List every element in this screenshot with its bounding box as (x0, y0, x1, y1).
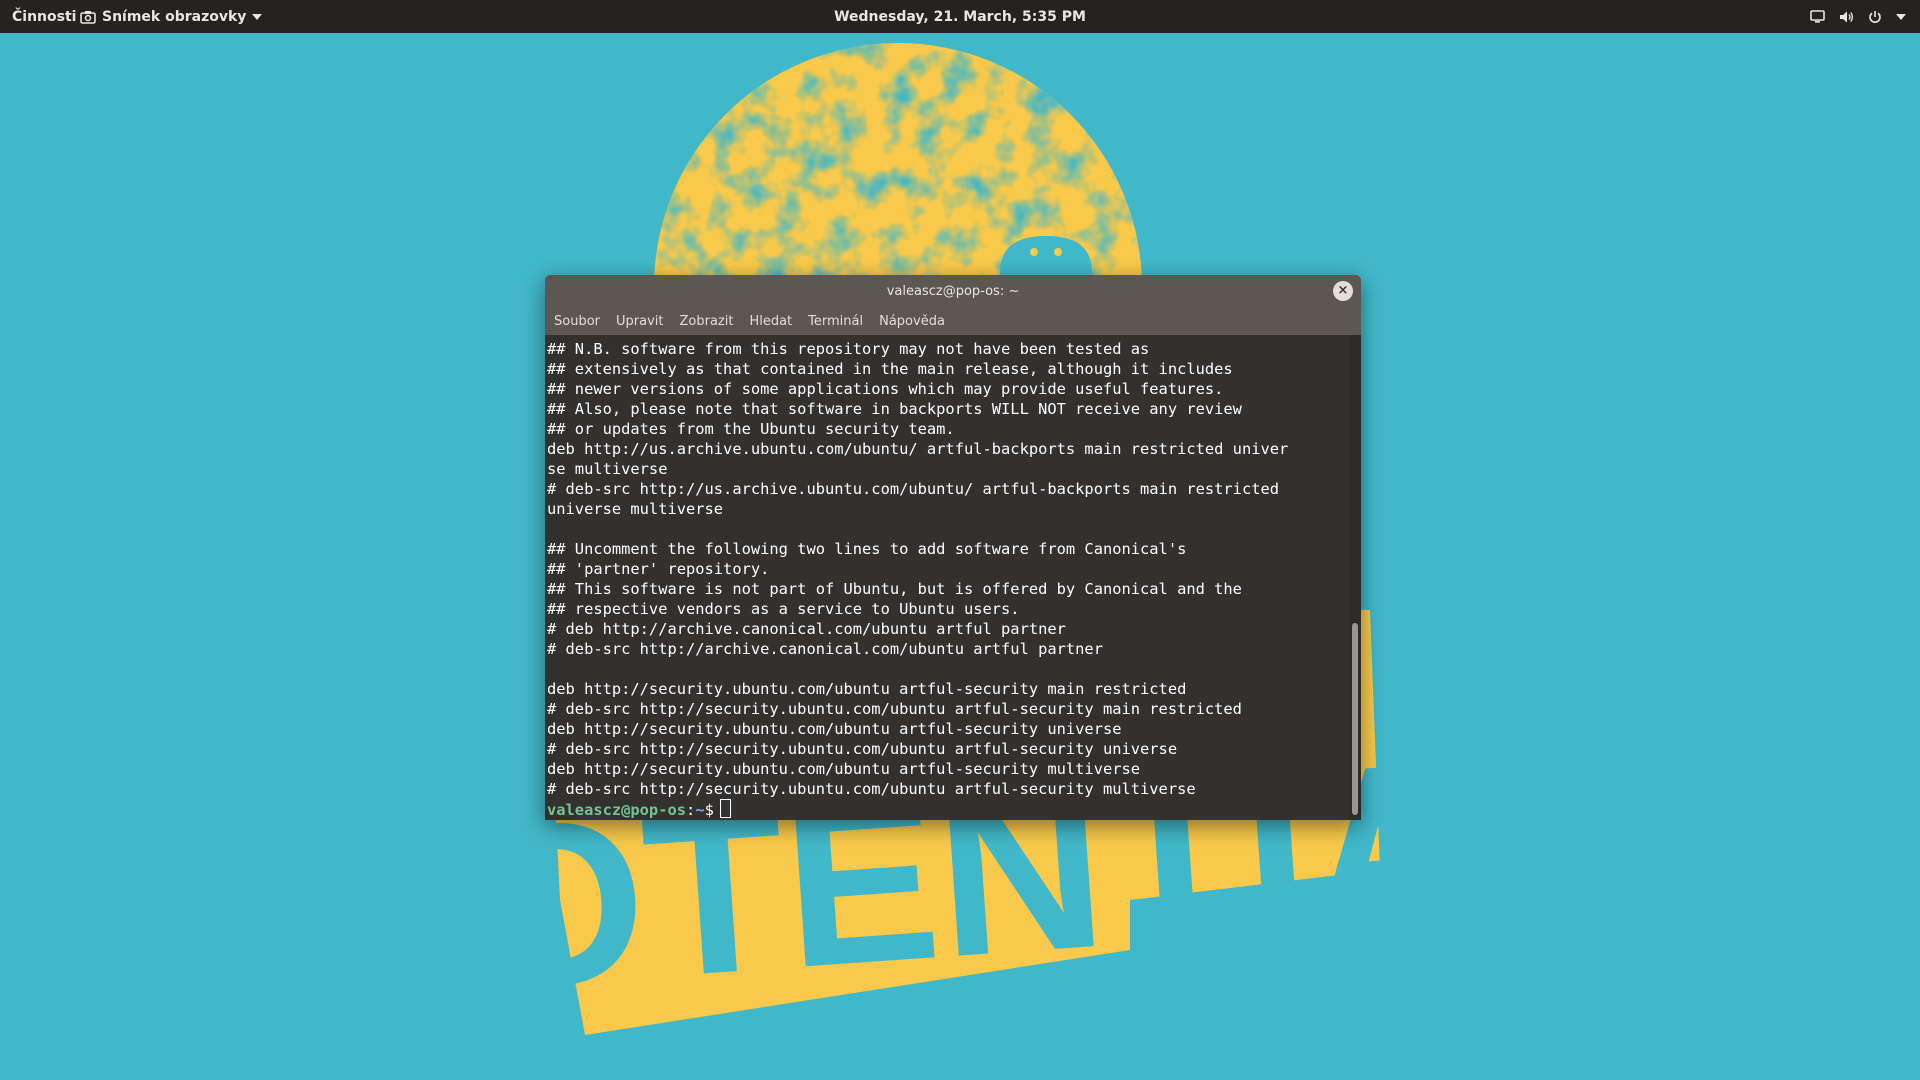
terminal-line: deb http://us.archive.ubuntu.com/ubuntu/… (547, 440, 1289, 458)
terminal-line: deb http://security.ubuntu.com/ubuntu ar… (547, 680, 1187, 698)
volume-icon (1839, 10, 1854, 24)
system-tray[interactable] (1810, 0, 1906, 33)
prompt-path: ~ (695, 801, 705, 819)
terminal-line: # deb-src http://archive.canonical.com/u… (547, 640, 1103, 658)
menu-terminal[interactable]: Terminál (808, 314, 863, 329)
terminal-line: ## This software is not part of Ubuntu, … (547, 580, 1242, 598)
top-bar: Činnosti Snímek obrazovky Wednesday, 21.… (0, 0, 1920, 33)
terminal-line: ## Uncomment the following two lines to … (547, 540, 1187, 558)
window-title: valeascz@pop-os: ~ (886, 283, 1020, 299)
prompt-user-host: valeascz@pop-os (547, 801, 686, 819)
terminal-line: # deb http://archive.canonical.com/ubunt… (547, 620, 1066, 638)
terminal-line: ## extensively as that contained in the … (547, 360, 1233, 378)
power-icon (1868, 10, 1882, 24)
terminal-line: ## 'partner' repository. (547, 560, 770, 578)
activities-button[interactable]: Činnosti (12, 0, 76, 33)
terminal-line: ## or updates from the Ubuntu security t… (547, 420, 955, 438)
menu-hledat[interactable]: Hledat (749, 314, 792, 329)
terminal-line: ## Also, please note that software in ba… (547, 400, 1242, 418)
terminal-line: ## N.B. software from this repository ma… (547, 340, 1150, 358)
terminal-line: deb http://security.ubuntu.com/ubuntu ar… (547, 720, 1122, 738)
clock: Wednesday, 21. March, 5:35 PM (0, 0, 1920, 33)
close-button[interactable]: × (1333, 281, 1353, 301)
prompt-symbol: $ (704, 801, 714, 819)
activities-label: Činnosti (12, 8, 77, 25)
menu-soubor[interactable]: Soubor (554, 314, 600, 329)
chevron-down-icon (1896, 13, 1906, 20)
terminal-line: # deb-src http://security.ubuntu.com/ubu… (547, 740, 1178, 758)
terminal-text: ## N.B. software from this repository ma… (547, 339, 1349, 799)
terminal-output[interactable]: ## N.B. software from this repository ma… (545, 335, 1349, 820)
text-cursor (719, 799, 731, 818)
close-icon: × (1337, 283, 1349, 298)
clock-label[interactable]: Wednesday, 21. March, 5:35 PM (834, 9, 1086, 25)
terminal-line: ## newer versions of some applications w… (547, 380, 1224, 398)
app-menu-label: Snímek obrazovky (102, 8, 247, 25)
terminal-line: # deb-src http://security.ubuntu.com/ubu… (547, 700, 1242, 718)
menu-napoveda[interactable]: Nápověda (879, 314, 945, 329)
terminal-line: deb http://security.ubuntu.com/ubuntu ar… (547, 760, 1141, 778)
scrollbar-thumb[interactable] (1352, 623, 1358, 815)
scrollbar[interactable] (1349, 335, 1361, 820)
desktop: POTENTIAL Činnosti Snímek obrazovky Wedn… (0, 0, 1920, 1080)
menu-zobrazit[interactable]: Zobrazit (679, 314, 733, 329)
shell-prompt[interactable]: valeascz@pop-os:~$ (547, 799, 1349, 820)
screenshot-app-icon (80, 10, 96, 24)
terminal-line: universe multiverse (547, 500, 724, 518)
terminal-line: # deb-src http://us.archive.ubuntu.com/u… (547, 480, 1280, 498)
app-menu-button[interactable]: Snímek obrazovky (80, 0, 263, 33)
window-titlebar[interactable]: valeascz@pop-os: ~ × (545, 275, 1361, 307)
menu-upravit[interactable]: Upravit (616, 314, 663, 329)
terminal-window[interactable]: valeascz@pop-os: ~ × Soubor Upravit Zobr… (545, 275, 1361, 820)
display-icon (1810, 10, 1825, 23)
terminal-line: se multiverse (547, 460, 668, 478)
prompt-separator: : (686, 801, 696, 819)
terminal-line: ## respective vendors as a service to Ub… (547, 600, 1020, 618)
terminal-menubar: Soubor Upravit Zobrazit Hledat Terminál … (545, 307, 1361, 335)
terminal-line: # deb-src http://security.ubuntu.com/ubu… (547, 780, 1196, 798)
chevron-down-icon (252, 13, 263, 20)
